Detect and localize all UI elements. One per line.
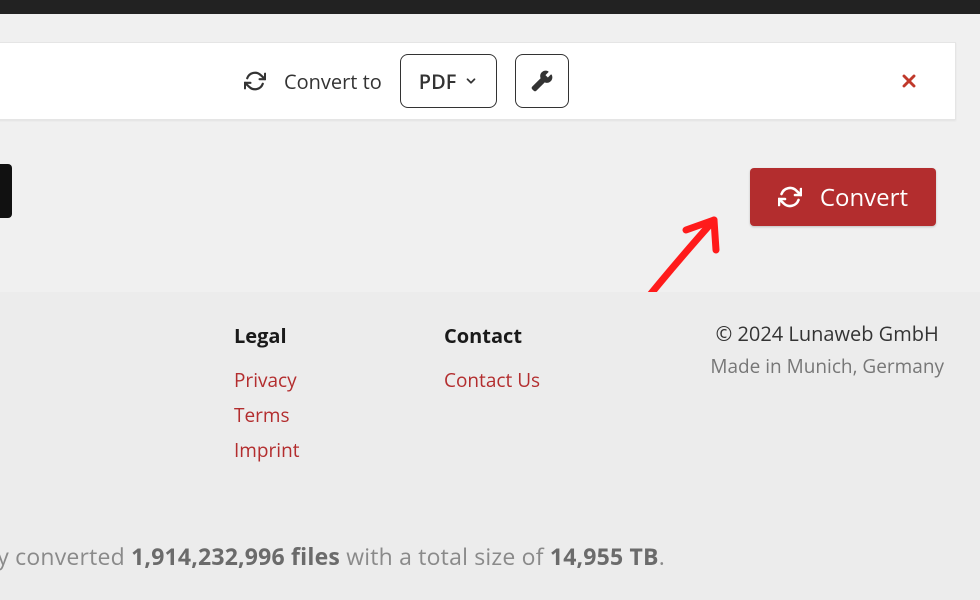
conversion-stats: ady converted 1,914,232,996 files with a… — [0, 540, 665, 572]
footer-heading-contact: Contact — [444, 322, 554, 349]
stats-prefix: ady converted — [0, 540, 131, 572]
chevron-down-icon — [464, 74, 478, 88]
company-info: © 2024 Lunaweb GmbH Made in Munich, Germ… — [710, 320, 944, 379]
footer-heading-truncated: es — [0, 322, 86, 349]
convert-button-label: Convert — [820, 181, 908, 214]
footer-link-privacy[interactable]: Privacy — [234, 363, 344, 398]
window-top-bar — [0, 0, 980, 14]
settings-button[interactable] — [515, 54, 569, 108]
wrench-icon — [531, 70, 553, 92]
format-select[interactable]: PDF — [400, 54, 498, 108]
refresh-icon — [778, 185, 802, 209]
company-location: Made in Munich, Germany — [710, 353, 944, 379]
stats-mid: with a total size of — [340, 540, 550, 572]
stats-file-count: 1,914,232,996 files — [131, 540, 340, 572]
format-select-value: PDF — [419, 68, 457, 95]
refresh-icon — [244, 70, 266, 92]
footer: es Legal Privacy Terms Imprint Contact C… — [0, 292, 980, 600]
footer-link-contact-us[interactable]: Contact Us — [444, 363, 554, 398]
footer-heading-legal: Legal — [234, 322, 344, 349]
footer-link-imprint[interactable]: Imprint — [234, 433, 344, 468]
convert-to-label: Convert to — [284, 68, 382, 95]
copyright-text: © 2024 Lunaweb GmbH — [710, 320, 944, 347]
stats-total-size: 14,955 TB — [550, 540, 659, 572]
truncated-add-button[interactable] — [0, 164, 12, 218]
conversion-row: Convert to PDF — [0, 42, 956, 120]
stats-suffix: . — [659, 540, 665, 572]
close-icon — [899, 71, 919, 91]
remove-row-button[interactable] — [897, 69, 921, 93]
convert-button[interactable]: Convert — [750, 168, 936, 226]
footer-link-terms[interactable]: Terms — [234, 398, 344, 433]
